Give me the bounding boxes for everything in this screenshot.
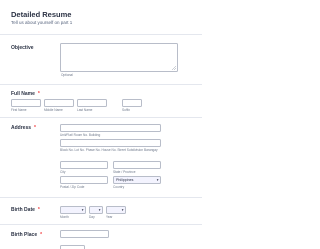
street-input[interactable] bbox=[60, 139, 161, 147]
birth-place-label-text: Birth Place bbox=[11, 232, 38, 238]
objective-optional-sublabel: Optional bbox=[61, 73, 73, 77]
section-divider bbox=[0, 117, 202, 118]
day-sublabel: Day bbox=[89, 215, 95, 219]
chevron-down-icon: ▾ bbox=[98, 208, 101, 212]
birth-place-secondary-input[interactable] bbox=[60, 245, 85, 249]
birth-place-input[interactable] bbox=[60, 230, 109, 238]
state-sublabel: State / Province bbox=[113, 170, 136, 174]
city-input[interactable] bbox=[60, 161, 108, 169]
full-name-label-text: Full Name bbox=[11, 91, 35, 97]
city-sublabel: City bbox=[60, 170, 66, 174]
suffix-sublabel: Suffix bbox=[122, 108, 130, 112]
birth-date-label-text: Birth Date bbox=[11, 207, 35, 213]
postal-sublabel: Postal / Zip Code bbox=[60, 185, 85, 189]
required-mark: * bbox=[37, 207, 40, 213]
chevron-down-icon: ▾ bbox=[81, 208, 84, 212]
required-mark: * bbox=[37, 91, 40, 97]
postal-input[interactable] bbox=[60, 176, 108, 184]
last-name-input[interactable] bbox=[77, 99, 107, 107]
birth-month-select[interactable]: ▾ bbox=[60, 206, 86, 214]
unit-input[interactable] bbox=[60, 124, 161, 132]
form-header: Detailed Resume Tell us about yourself o… bbox=[0, 0, 202, 34]
section-divider bbox=[0, 224, 202, 225]
middle-name-input[interactable] bbox=[44, 99, 74, 107]
header-divider bbox=[0, 34, 202, 35]
country-select-value: Philippines bbox=[116, 178, 134, 182]
street-sublabel: Block No. Lot No. Phase No. House No. St… bbox=[60, 148, 158, 152]
first-name-sublabel: First Name bbox=[11, 108, 27, 112]
birth-day-select[interactable]: ▾ bbox=[89, 206, 103, 214]
last-name-sublabel: Last Name bbox=[77, 108, 93, 112]
country-select[interactable]: Philippines ▾ bbox=[113, 176, 161, 184]
unit-sublabel: Unit/Flat/ Room No. Building bbox=[60, 133, 101, 137]
required-mark: * bbox=[40, 232, 43, 238]
form-title: Detailed Resume bbox=[11, 10, 72, 19]
section-divider bbox=[0, 84, 202, 85]
resize-handle-icon[interactable] bbox=[172, 66, 176, 70]
birth-place-label: Birth Place * bbox=[11, 232, 42, 238]
middle-name-sublabel: Middle Name bbox=[44, 108, 63, 112]
chevron-down-icon: ▾ bbox=[121, 208, 124, 212]
full-name-label: Full Name * bbox=[11, 91, 40, 97]
first-name-input[interactable] bbox=[11, 99, 41, 107]
address-label: Address * bbox=[11, 125, 36, 131]
objective-label: Objective bbox=[11, 45, 34, 51]
country-sublabel: Country bbox=[113, 185, 125, 189]
birth-year-select[interactable]: ▾ bbox=[106, 206, 126, 214]
section-divider bbox=[0, 197, 202, 198]
birth-date-label: Birth Date * bbox=[11, 207, 40, 213]
objective-textarea[interactable] bbox=[60, 43, 178, 72]
form-subtitle: Tell us about yourself on part 1 bbox=[11, 20, 73, 25]
required-mark: * bbox=[34, 125, 36, 131]
year-sublabel: Year bbox=[106, 215, 113, 219]
chevron-down-icon: ▾ bbox=[156, 178, 159, 182]
month-sublabel: Month bbox=[60, 215, 69, 219]
suffix-input[interactable] bbox=[122, 99, 142, 107]
address-label-text: Address bbox=[11, 125, 32, 131]
state-input[interactable] bbox=[113, 161, 161, 169]
